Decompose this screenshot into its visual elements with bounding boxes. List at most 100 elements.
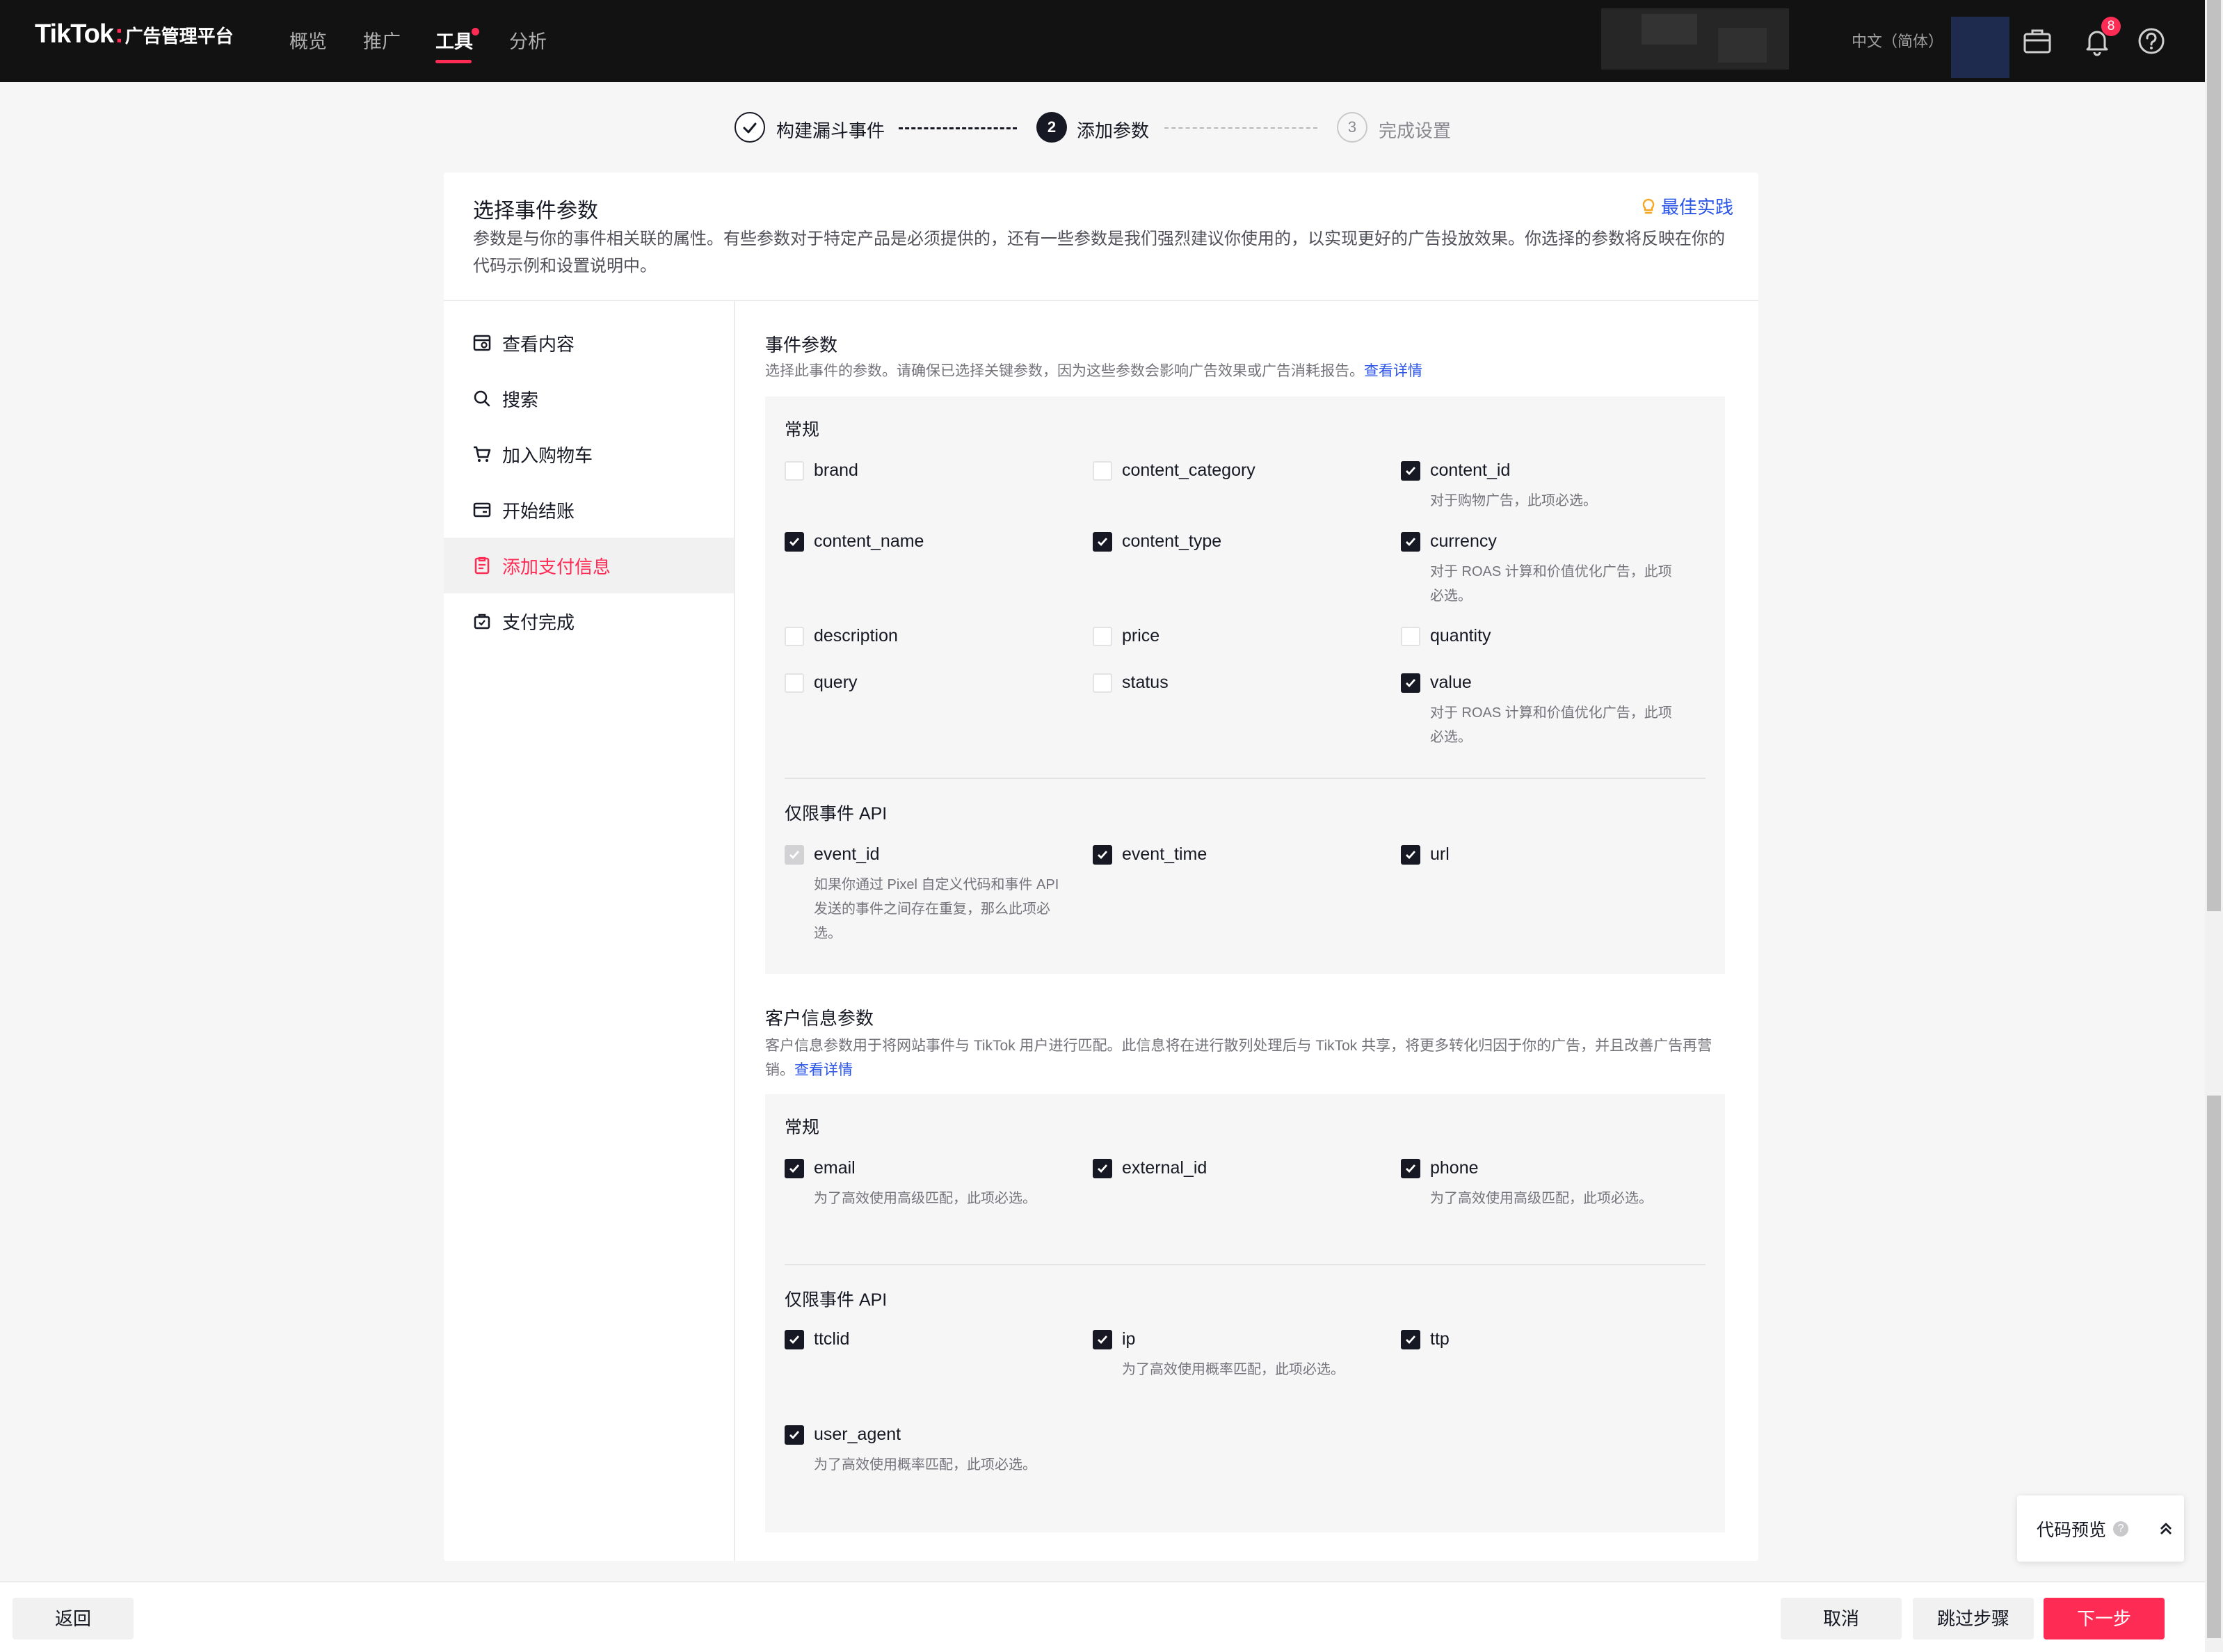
customer-params-panel: 常规 email 为了高效使用高级匹配，此项必选。 external_id ph… bbox=[765, 1094, 1725, 1532]
back-button[interactable]: 返回 bbox=[13, 1598, 134, 1639]
group-divider bbox=[785, 778, 1706, 779]
param-description-checkbox[interactable]: description bbox=[785, 626, 898, 646]
next-step-button[interactable]: 下一步 bbox=[2044, 1598, 2165, 1639]
param-currency-checkbox[interactable]: currency bbox=[1401, 531, 1497, 552]
param-url-checkbox[interactable]: url bbox=[1401, 844, 1450, 865]
param-email-checkbox[interactable]: email bbox=[785, 1158, 856, 1178]
checkbox-checked bbox=[1093, 1329, 1112, 1349]
param-label: description bbox=[814, 626, 898, 645]
param-status-checkbox[interactable]: status bbox=[1093, 673, 1169, 693]
checkbox-checked bbox=[1093, 1158, 1112, 1178]
param-label: content_category bbox=[1122, 460, 1255, 480]
check-icon bbox=[1098, 850, 1108, 859]
sidebar-item-view-content[interactable]: 查看内容 bbox=[444, 315, 734, 371]
customer-params-title: 客户信息参数 bbox=[765, 1008, 874, 1029]
param-ip-checkbox[interactable]: ip bbox=[1093, 1329, 1135, 1349]
param-content-name-checkbox[interactable]: content_name bbox=[785, 531, 924, 552]
param-quantity-checkbox[interactable]: quantity bbox=[1401, 626, 1491, 646]
param-external-id-checkbox[interactable]: external_id bbox=[1093, 1158, 1207, 1178]
sidebar-item-complete-payment[interactable]: 支付完成 bbox=[444, 593, 734, 649]
nav-item-tools[interactable]: 工具 bbox=[435, 26, 473, 54]
checkbox-checked bbox=[1093, 531, 1112, 552]
param-query-checkbox[interactable]: query bbox=[785, 673, 858, 693]
sidebar-item-label: 查看内容 bbox=[502, 333, 575, 355]
param-ttp-checkbox[interactable]: ttp bbox=[1401, 1329, 1450, 1349]
param-label: price bbox=[1122, 626, 1160, 645]
check-icon bbox=[789, 537, 800, 546]
nav-item-analytics[interactable]: 分析 bbox=[509, 26, 547, 54]
event-params-description-text: 选择此事件的参数。请确保已选择关键参数，因为这些参数会影响广告效果或广告消耗报告… bbox=[765, 363, 1364, 379]
checkbox-box bbox=[1093, 626, 1112, 646]
param-content-id-checkbox[interactable]: content_id bbox=[1401, 460, 1510, 481]
param-ip-hint: 为了高效使用概率匹配，此项必选。 bbox=[1122, 1362, 1345, 1377]
page-scrollbar-thumb[interactable] bbox=[2207, 0, 2221, 911]
param-label: quantity bbox=[1430, 626, 1491, 645]
checkbox-box bbox=[1093, 460, 1112, 481]
param-price-checkbox[interactable]: price bbox=[1093, 626, 1159, 646]
code-preview-toggle[interactable]: 代码预览 ? bbox=[2017, 1495, 2184, 1562]
customer-params-details-link[interactable]: 查看详情 bbox=[794, 1062, 853, 1078]
language-switcher[interactable]: 中文（简体） bbox=[1852, 29, 1943, 51]
code-preview-label: 代码预览 bbox=[2037, 1520, 2107, 1540]
double-chevron-up-icon[interactable] bbox=[2156, 1519, 2176, 1539]
param-label: currency bbox=[1430, 531, 1497, 551]
sidebar-divider bbox=[734, 301, 735, 1561]
param-label: event_time bbox=[1122, 844, 1207, 864]
param-label: ip bbox=[1122, 1329, 1136, 1349]
nav-item-overview[interactable]: 概览 bbox=[289, 26, 327, 54]
param-content-type-checkbox[interactable]: content_type bbox=[1093, 531, 1221, 552]
check-icon bbox=[1406, 1335, 1416, 1344]
step-connector-2 bbox=[1164, 127, 1317, 129]
param-label: content_name bbox=[814, 531, 924, 551]
event-params-details-link[interactable]: 查看详情 bbox=[1364, 363, 1422, 379]
skip-step-button[interactable]: 跳过步骤 bbox=[1913, 1598, 2034, 1639]
page-scrollbar-thumb-lower[interactable] bbox=[2207, 1096, 2221, 1638]
event-params-card: 选择事件参数 最佳实践 参数是与你的事件相关联的属性。有些参数对于特定产品是必须… bbox=[444, 173, 1758, 1561]
card-description: 参数是与你的事件相关联的属性。有些参数对于特定产品是必须提供的，还有一些参数是我… bbox=[473, 230, 1725, 275]
check-icon bbox=[789, 1335, 800, 1344]
checkbox-checked bbox=[1401, 1329, 1420, 1349]
cancel-button[interactable]: 取消 bbox=[1781, 1598, 1902, 1639]
checkbox-box bbox=[1093, 673, 1112, 693]
best-practice-link[interactable]: 最佳实践 bbox=[1640, 193, 1733, 219]
sidebar-item-add-to-cart[interactable]: 加入购物车 bbox=[444, 426, 734, 482]
nav-item-campaign[interactable]: 推广 bbox=[363, 26, 401, 54]
payment-info-icon bbox=[472, 555, 492, 576]
sidebar-item-search[interactable]: 搜索 bbox=[444, 371, 734, 426]
logo-colon: : bbox=[114, 19, 124, 49]
notification-badge: 8 bbox=[2101, 17, 2121, 36]
check-icon bbox=[789, 1430, 800, 1439]
checkbox-checked bbox=[1401, 844, 1420, 865]
param-value-checkbox[interactable]: value bbox=[1401, 673, 1472, 693]
param-label: status bbox=[1122, 673, 1169, 692]
avatar[interactable] bbox=[1951, 17, 2009, 78]
briefcase-icon[interactable] bbox=[2021, 25, 2053, 57]
param-phone-checkbox[interactable]: phone bbox=[1401, 1158, 1479, 1178]
param-label: ttp bbox=[1430, 1329, 1450, 1349]
sidebar-item-initiate-checkout[interactable]: 开始结账 bbox=[444, 482, 734, 538]
sidebar-item-label: 支付完成 bbox=[502, 611, 575, 633]
check-icon bbox=[789, 850, 800, 859]
best-practice-label: 最佳实践 bbox=[1661, 197, 1734, 218]
param-ttclid-checkbox[interactable]: ttclid bbox=[785, 1329, 849, 1349]
logo-brand: TikTok bbox=[35, 19, 114, 49]
step-1-complete-indicator bbox=[735, 112, 765, 143]
param-content-category-checkbox[interactable]: content_category bbox=[1093, 460, 1255, 481]
cart-icon bbox=[472, 444, 492, 465]
checkbox-checked bbox=[785, 1425, 804, 1445]
account-info-blurred-detail bbox=[1718, 28, 1767, 63]
question-icon[interactable]: ? bbox=[2113, 1521, 2129, 1537]
checkbox-checked bbox=[1401, 531, 1420, 552]
param-user-agent-checkbox[interactable]: user_agent bbox=[785, 1425, 901, 1445]
param-content-id-hint: 对于购物广告，此项必选。 bbox=[1430, 493, 1597, 508]
param-event-time-checkbox[interactable]: event_time bbox=[1093, 844, 1207, 865]
nav-active-underline bbox=[435, 60, 472, 63]
help-icon[interactable] bbox=[2135, 25, 2167, 57]
param-label: url bbox=[1430, 844, 1450, 864]
checkbox-checked bbox=[785, 531, 804, 552]
checkbox-box bbox=[785, 460, 804, 481]
param-brand-checkbox[interactable]: brand bbox=[785, 460, 858, 481]
group-divider bbox=[785, 1264, 1706, 1265]
sidebar-item-add-payment-info[interactable]: 添加支付信息 bbox=[444, 538, 734, 593]
tiktok-ads-logo[interactable]: TikTok : 广告管理平台 bbox=[35, 19, 234, 61]
